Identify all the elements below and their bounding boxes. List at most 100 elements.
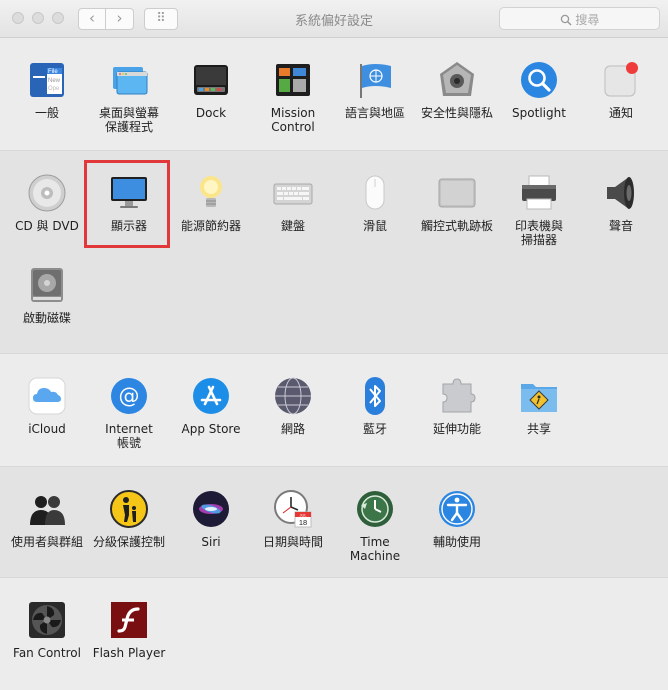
mouse-icon [355, 173, 395, 213]
security-privacy-icon [437, 60, 477, 100]
pref-internet-accounts[interactable]: @ Internet 帳號 [88, 376, 170, 450]
pref-sharing[interactable]: 共享 [498, 376, 580, 436]
search-icon [560, 14, 572, 26]
pref-users-groups-label: 使用者與群組 [10, 535, 83, 549]
pref-app-store-label: App Store [181, 422, 241, 436]
siri-icon [191, 489, 231, 529]
pref-extensions[interactable]: 延伸功能 [416, 376, 498, 436]
pref-printer-scanner-label: 印表機與 掃描器 [514, 219, 563, 247]
pref-cd-dvd-label: CD 與 DVD [15, 219, 79, 233]
sound-icon [601, 173, 641, 213]
pref-bluetooth-label: 藍牙 [362, 422, 387, 436]
pref-keyboard-label: 鍵盤 [280, 219, 305, 233]
search-input[interactable]: 搜尋 [575, 13, 599, 27]
flash-player-icon [109, 600, 149, 640]
pref-time-machine[interactable]: Time Machine [334, 489, 416, 563]
pref-notifications-label: 通知 [608, 106, 633, 120]
notifications-icon [601, 60, 641, 100]
pref-mission-control-label: Mission Control [270, 106, 316, 134]
pref-network-label: 網路 [280, 422, 305, 436]
parental-controls-icon [109, 489, 149, 529]
highlight-box [84, 160, 170, 248]
pref-internet-accounts-label: Internet 帳號 [105, 422, 153, 450]
dock-icon [191, 60, 231, 100]
section-internet-wireless: iCloud @ Internet 帳號 App Store 網路 藍牙 延伸功… [0, 354, 668, 467]
startup-disk-icon [27, 265, 67, 305]
bluetooth-icon [355, 376, 395, 416]
section-personal: File New Ope 一般 桌面與螢幕 保護程式 Dock Mission … [0, 38, 668, 151]
search-field[interactable]: 搜尋 [499, 7, 660, 30]
pref-siri-label: Siri [201, 535, 221, 549]
pref-spotlight[interactable]: Spotlight [498, 60, 580, 120]
mission-control-icon [273, 60, 313, 100]
pref-bluetooth[interactable]: 藍牙 [334, 376, 416, 436]
pref-fan-control[interactable]: Fan Control [6, 600, 88, 660]
language-region-icon [355, 60, 395, 100]
pref-mission-control[interactable]: Mission Control [252, 60, 334, 134]
pref-accessibility[interactable]: 輔助使用 [416, 489, 498, 549]
sharing-icon [519, 376, 559, 416]
keyboard-icon [273, 173, 313, 213]
pref-parental-controls-label: 分級保護控制 [92, 535, 165, 549]
pref-mouse[interactable]: 滑鼠 [334, 173, 416, 233]
accessibility-icon [437, 489, 477, 529]
section-other: Fan Control Flash Player [0, 578, 668, 690]
pref-icloud[interactable]: iCloud [6, 376, 88, 436]
pref-dock[interactable]: Dock [170, 60, 252, 120]
internet-accounts-icon: @ [109, 376, 149, 416]
pref-fan-control-label: Fan Control [13, 646, 81, 660]
pref-siri[interactable]: Siri [170, 489, 252, 549]
pref-flash-player[interactable]: Flash Player [88, 600, 170, 660]
pref-cd-dvd[interactable]: CD 與 DVD [6, 173, 88, 233]
app-store-icon [191, 376, 231, 416]
spotlight-icon [519, 60, 559, 100]
pref-keyboard[interactable]: 鍵盤 [252, 173, 334, 233]
svg-text:18: 18 [299, 518, 307, 527]
pref-date-time[interactable]: JUL 18 日期與時間 [252, 489, 334, 549]
pref-users-groups[interactable]: 使用者與群組 [6, 489, 88, 549]
pref-security-privacy-label: 安全性與隱私 [420, 106, 493, 120]
pref-app-store[interactable]: App Store [170, 376, 252, 436]
svg-text:JUL: JUL [299, 512, 307, 517]
pref-time-machine-label: Time Machine [349, 535, 401, 563]
pref-trackpad[interactable]: 觸控式軌跡板 [416, 173, 498, 233]
pref-desktop-screensaver-label: 桌面與螢幕 保護程式 [98, 106, 159, 134]
title-bar: ‹ › ⠿ 系統偏好設定 搜尋 [0, 0, 668, 38]
pref-sound-label: 聲音 [608, 219, 633, 233]
pref-language-region[interactable]: 語言與地區 [334, 60, 416, 120]
pref-date-time-label: 日期與時間 [262, 535, 323, 549]
time-machine-icon [355, 489, 395, 529]
date-time-icon: JUL 18 [273, 489, 313, 529]
svg-text:@: @ [119, 384, 140, 408]
extensions-icon [437, 376, 477, 416]
network-icon [273, 376, 313, 416]
pref-security-privacy[interactable]: 安全性與隱私 [416, 60, 498, 120]
pref-language-region-label: 語言與地區 [344, 106, 405, 120]
svg-text:New: New [48, 78, 61, 84]
icloud-icon [27, 376, 67, 416]
section-system: 使用者與群組 分級保護控制 Siri JUL 18 日期與時間 Time Mac… [0, 467, 668, 578]
pref-dock-label: Dock [195, 106, 227, 120]
pref-startup-disk[interactable]: 啟動磁碟 [6, 265, 88, 325]
pref-notifications[interactable]: 通知 [580, 60, 662, 120]
pref-accessibility-label: 輔助使用 [432, 535, 481, 549]
cd-dvd-icon [27, 173, 67, 213]
pref-sharing-label: 共享 [526, 422, 551, 436]
pref-general[interactable]: File New Ope 一般 [6, 60, 88, 120]
pref-mouse-label: 滑鼠 [362, 219, 387, 233]
svg-text:Ope: Ope [48, 86, 60, 92]
trackpad-icon [437, 173, 477, 213]
printer-scanner-icon [519, 173, 559, 213]
pref-energy-saver-label: 能源節約器 [180, 219, 241, 233]
energy-saver-icon [191, 173, 231, 213]
pref-startup-disk-label: 啟動磁碟 [22, 311, 71, 325]
general-icon: File New Ope [27, 60, 67, 100]
pref-sound[interactable]: 聲音 [580, 173, 662, 233]
pref-energy-saver[interactable]: 能源節約器 [170, 173, 252, 233]
pref-parental-controls[interactable]: 分級保護控制 [88, 489, 170, 549]
pref-desktop-screensaver[interactable]: 桌面與螢幕 保護程式 [88, 60, 170, 134]
pref-general-label: 一般 [34, 106, 59, 120]
pref-network[interactable]: 網路 [252, 376, 334, 436]
pref-printer-scanner[interactable]: 印表機與 掃描器 [498, 173, 580, 247]
svg-text:File: File [48, 69, 58, 75]
